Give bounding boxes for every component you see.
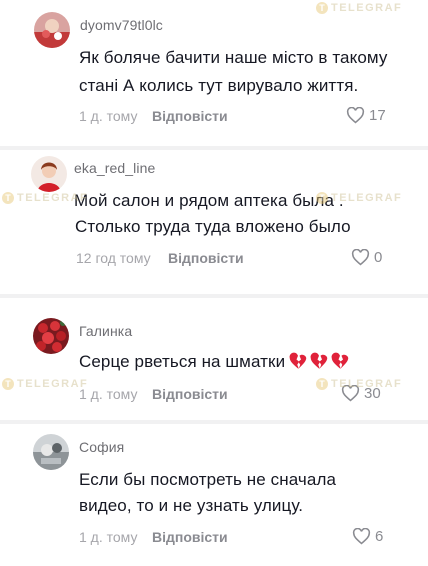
avatar[interactable] <box>33 434 69 470</box>
comment-time: 12 год тому <box>76 250 151 266</box>
avatar[interactable] <box>34 12 70 48</box>
heart-icon <box>352 528 371 545</box>
like-button[interactable]: 0 <box>351 249 382 266</box>
comment-time: 1 д. тому <box>79 108 138 124</box>
broken-heart-icon <box>289 352 307 369</box>
comment-text: Серце рветься на шматки <box>79 352 349 372</box>
comment-text: стані А колись тут вирувало життя. <box>79 76 359 95</box>
like-count: 0 <box>374 249 383 266</box>
comment-text: Если бы посмотреть не сначала <box>79 470 337 489</box>
heart-icon <box>346 107 365 124</box>
watermark: T TELEGRAF <box>2 192 88 204</box>
like-button[interactable]: 6 <box>352 528 383 545</box>
username[interactable]: София <box>79 439 124 455</box>
watermark-text: TELEGRAF <box>331 192 403 204</box>
watermark: T TELEGRAF <box>316 378 402 390</box>
watermark-text: TELEGRAF <box>331 378 403 390</box>
comment-time: 1 д. тому <box>79 529 138 545</box>
reply-button[interactable]: Відповісти <box>152 108 228 124</box>
comment-card: dyomv79tl0lc Як боляче бачити наше місто… <box>0 0 428 150</box>
watermark-text: TELEGRAF <box>331 2 403 14</box>
comment-text: Як боляче бачити наше місто в такому <box>79 48 388 67</box>
watermark-text: TELEGRAF <box>17 192 89 204</box>
reply-button[interactable]: Відповісти <box>152 529 228 545</box>
comment-text-content: Серце рветься на шматки <box>79 352 286 371</box>
watermark-text: TELEGRAF <box>17 378 89 390</box>
reply-button[interactable]: Відповісти <box>168 250 244 266</box>
watermark: T TELEGRAF <box>2 378 88 390</box>
heart-icon <box>351 249 370 266</box>
reply-button[interactable]: Відповісти <box>152 386 228 402</box>
comment-text: Столько труда туда вложено было <box>75 217 351 236</box>
telegraf-logo-icon: T <box>2 378 14 390</box>
watermark: T TELEGRAF <box>316 192 402 204</box>
username[interactable]: eka_red_line <box>74 160 155 176</box>
watermark: T TELEGRAF <box>316 2 402 14</box>
comment-card: Галинка Серце рветься на шматки 1 д. том… <box>0 298 428 420</box>
telegraf-logo-icon: T <box>316 2 328 14</box>
like-count: 17 <box>369 107 386 124</box>
avatar[interactable] <box>33 318 69 354</box>
username[interactable]: dyomv79tl0lc <box>80 17 163 33</box>
telegraf-logo-icon: T <box>2 192 14 204</box>
comment-card: eka_red_line Мой салон и рядом аптека бы… <box>0 150 428 294</box>
telegraf-logo-icon: T <box>316 378 328 390</box>
broken-heart-emojis <box>289 352 349 370</box>
broken-heart-icon <box>331 352 349 369</box>
like-count: 6 <box>375 528 384 545</box>
username[interactable]: Галинка <box>79 323 132 339</box>
comment-text: Мой салон и рядом аптека была . <box>74 191 344 210</box>
telegraf-logo-icon: T <box>316 192 328 204</box>
avatar[interactable] <box>31 156 67 192</box>
broken-heart-icon <box>310 352 328 369</box>
comment-text: видео, то и не узнать улицу. <box>79 496 304 515</box>
comment-card: София Если бы посмотреть не сначала виде… <box>0 424 428 566</box>
like-button[interactable]: 17 <box>346 107 386 124</box>
